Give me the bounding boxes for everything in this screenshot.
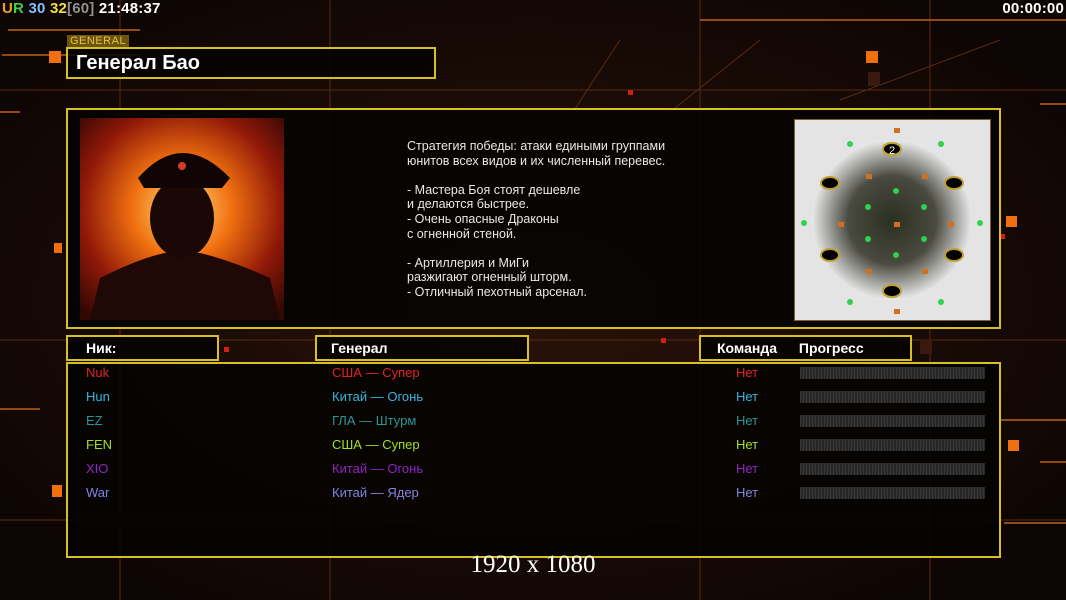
player-progress-bar bbox=[800, 391, 985, 403]
fps-value: 30 bbox=[28, 0, 46, 17]
map-preview[interactable]: 2 bbox=[794, 119, 991, 321]
player-progress-bar bbox=[800, 367, 985, 379]
header-progress-label: Прогресс bbox=[798, 340, 864, 356]
header-team-label: Команда bbox=[717, 340, 777, 356]
player-general[interactable]: Китай — Огонь bbox=[332, 460, 423, 478]
general-portrait bbox=[80, 118, 284, 320]
ur-u: U bbox=[2, 0, 14, 17]
player-progress-bar bbox=[800, 415, 985, 427]
general-description: Стратегия победы: атаки едиными группами… bbox=[407, 139, 666, 299]
player-team[interactable]: Нет bbox=[736, 484, 758, 502]
player-general[interactable]: США — Супер bbox=[332, 436, 420, 454]
ur-r: R bbox=[13, 0, 25, 17]
player-nick: EZ bbox=[86, 413, 103, 428]
player-nick: Hun bbox=[86, 389, 110, 404]
player-team[interactable]: Нет bbox=[736, 388, 758, 406]
player-nick: Nuk bbox=[86, 365, 110, 380]
fps-value-2: 32 bbox=[49, 0, 68, 17]
player-team[interactable]: Нет bbox=[736, 460, 758, 478]
general-title: Генерал Бао bbox=[66, 47, 436, 79]
player-general[interactable]: ГЛА — Штурм bbox=[332, 412, 416, 430]
player-general[interactable]: США — Супер bbox=[332, 364, 420, 382]
resolution-label: 1920 x 1080 bbox=[470, 551, 596, 578]
player-general[interactable]: Китай — Ядер bbox=[332, 484, 419, 502]
player-progress-bar bbox=[800, 487, 985, 499]
game-timer: 00:00:00 bbox=[1002, 0, 1064, 17]
player-general[interactable]: Китай — Огонь bbox=[332, 388, 423, 406]
player-team[interactable]: Нет bbox=[736, 412, 758, 430]
header-nick: Ник: bbox=[66, 335, 219, 361]
header-nick-label: Ник: bbox=[86, 340, 117, 356]
fps-counter: UR 30 32[60] 21:48:37 bbox=[2, 0, 161, 17]
clock: 21:48:37 bbox=[98, 0, 161, 17]
player-progress-bar bbox=[800, 463, 985, 475]
fps-limit: [60] bbox=[67, 0, 95, 17]
header-general: Генерал bbox=[315, 335, 529, 361]
player-team[interactable]: Нет bbox=[736, 364, 758, 382]
player-progress-bar bbox=[800, 439, 985, 451]
player-nick: XIO bbox=[86, 461, 109, 476]
header-team-progress: Команда Прогресс bbox=[699, 335, 912, 361]
player-nick: FEN bbox=[86, 437, 112, 452]
map-player-slot: 2 bbox=[889, 145, 895, 157]
player-nick: War bbox=[86, 485, 110, 500]
header-general-label: Генерал bbox=[331, 340, 388, 356]
player-team[interactable]: Нет bbox=[736, 436, 758, 454]
